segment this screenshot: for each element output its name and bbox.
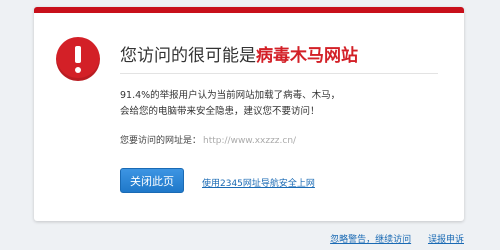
url-label: 您要访问的网址是：: [120, 136, 202, 146]
url-row: 您要访问的网址是： http://www.xxzzz.cn/: [120, 133, 296, 146]
report-false-positive-link[interactable]: 误报申诉: [428, 235, 464, 245]
description-line-1: 91.4%的举报用户认为当前网站加载了病毒、木马，: [120, 90, 341, 101]
ignore-warning-link[interactable]: 忽略警告，继续访问: [330, 235, 411, 245]
warning-description: 91.4%的举报用户认为当前网站加载了病毒、木马， 会给您的电脑带来安全隐患，建…: [120, 88, 340, 120]
close-page-button[interactable]: 关闭此页: [120, 168, 184, 193]
description-line-2: 会给您的电脑带来安全隐患，建议您不要访问！: [120, 106, 320, 117]
warning-title-prefix: 您访问的很可能是: [120, 46, 256, 66]
exclamation-icon: [56, 37, 100, 81]
footer-links: 忽略警告，继续访问 误报申诉: [316, 232, 464, 245]
divider: [120, 73, 438, 74]
exclamation-dot: [75, 67, 81, 73]
safe-navigation-link[interactable]: 使用2345网址导航安全上网: [202, 176, 315, 189]
url-value: http://www.xxzzz.cn/: [203, 136, 297, 146]
warning-title: 您访问的很可能是病毒木马网站: [120, 41, 358, 66]
warning-card: 您访问的很可能是病毒木马网站 91.4%的举报用户认为当前网站加载了病毒、木马，…: [34, 7, 464, 221]
warning-title-danger: 病毒木马网站: [256, 46, 358, 66]
exclamation-bar: [75, 46, 81, 63]
